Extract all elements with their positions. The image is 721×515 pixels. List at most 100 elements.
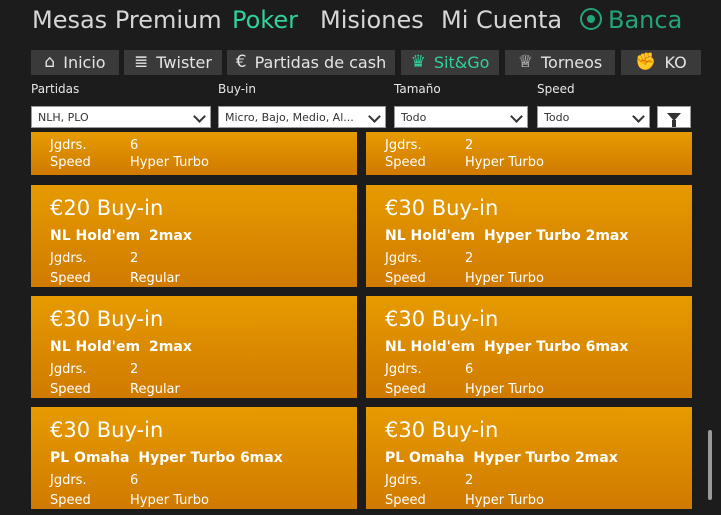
buyin-amount: €30 Buy-in (50, 418, 164, 442)
speed-value: Hyper Turbo (465, 155, 544, 170)
game-format: 2max (149, 339, 192, 355)
speed-label: Speed (50, 382, 91, 397)
players-label: Jgdrs. (385, 138, 422, 153)
tab-label: Inicio (63, 53, 106, 72)
sit-and-go-list: Jgdrs. 6 Speed Hyper Turbo Jgdrs. 2 Speed Hy… (0, 132, 721, 515)
speed-select[interactable]: Todo (537, 106, 650, 128)
speed-value: Hyper Turbo (130, 493, 209, 508)
players-row: Jgdrs. 2 (385, 138, 473, 153)
speed-label: Speed (50, 155, 91, 170)
players-value: 2 (465, 138, 474, 153)
tournament-card[interactable]: Jgdrs. 2 Speed Hyper Turbo (366, 132, 692, 175)
filter-button[interactable] (657, 106, 691, 128)
home-icon: ⌂ (44, 52, 56, 72)
tab-partidas-de-cash[interactable]: € Partidas de cash (227, 50, 395, 75)
filter-label-tamano: Tamaño (394, 82, 441, 96)
nav-mi-cuenta[interactable]: Mi Cuenta (441, 6, 562, 34)
buyin-amount: €30 Buy-in (385, 418, 499, 442)
players-row: Jgdrs. 6 (385, 362, 473, 377)
partidas-select[interactable]: NLH, PLO (31, 106, 211, 128)
fist-icon: ✊ (635, 52, 657, 72)
players-row: Jgdrs. 2 (50, 251, 138, 266)
speed-row: Speed Hyper Turbo (50, 155, 209, 170)
game-type: PL Omaha (50, 450, 130, 466)
game-type: PL Omaha (385, 450, 465, 466)
game-type-tabs: ⌂ Inicio ≣ Twister € Partidas de cash ♛ Sit&… (0, 50, 721, 76)
tab-inicio[interactable]: ⌂ Inicio (31, 50, 119, 75)
funnel-icon (667, 113, 681, 127)
tamano-select[interactable]: Todo (394, 106, 528, 128)
speed-row: Speed Hyper Turbo (385, 271, 544, 286)
players-label: Jgdrs. (50, 251, 87, 266)
top-navigation: Mesas Premium Poker Misiones Mi Cuenta B… (0, 0, 721, 44)
tournament-card[interactable]: €30 Buy-in PL Omaha Hyper Turbo 6max Jgdr… (31, 407, 357, 509)
tournament-card[interactable]: €30 Buy-in NL Hold'em 2max Jgdrs. 2 Speed R… (31, 296, 357, 398)
tab-ko[interactable]: ✊ KO (621, 50, 701, 75)
players-value: 2 (130, 251, 139, 266)
speed-value: Hyper Turbo (465, 382, 544, 397)
game-format: Hyper Turbo 6max (138, 450, 283, 466)
game-format: Hyper Turbo 2max (473, 450, 618, 466)
tournament-card[interactable]: €20 Buy-in NL Hold'em 2max Jgdrs. 2 Speed R… (31, 185, 357, 287)
speed-row: Speed Hyper Turbo (385, 493, 544, 508)
buyin-select[interactable]: Micro, Bajo, Medio, Al... (218, 106, 386, 128)
buyin-amount: €30 Buy-in (385, 196, 499, 220)
nav-mesas-premium[interactable]: Mesas Premium (32, 6, 222, 34)
cup-icon: ♕ (517, 52, 533, 72)
speed-row: Speed Regular (50, 271, 180, 286)
game-name: NL Hold'em 2max (50, 339, 192, 355)
players-row: Jgdrs. 2 (385, 251, 473, 266)
players-label: Jgdrs. (385, 473, 422, 488)
chevron-down-icon (368, 110, 381, 123)
tournament-card[interactable]: €30 Buy-in NL Hold'em Hyper Turbo 2max Jg… (366, 185, 692, 287)
game-format: 2max (149, 228, 192, 244)
select-value: Todo (401, 110, 427, 124)
tournament-card[interactable]: €30 Buy-in NL Hold'em Hyper Turbo 6max Jg… (366, 296, 692, 398)
players-label: Jgdrs. (50, 138, 87, 153)
tab-label: Torneos (541, 53, 603, 72)
nav-misiones[interactable]: Misiones (320, 6, 424, 34)
speed-label: Speed (385, 493, 426, 508)
players-value: 2 (465, 473, 474, 488)
scrollbar-thumb[interactable] (708, 430, 712, 500)
game-name: NL Hold'em 2max (50, 228, 192, 244)
players-value: 6 (130, 138, 139, 153)
filter-label-buyin: Buy-in (218, 82, 256, 96)
players-value: 2 (130, 362, 139, 377)
players-value: 2 (465, 251, 474, 266)
tab-twister[interactable]: ≣ Twister (124, 50, 222, 75)
speed-value: Hyper Turbo (130, 155, 209, 170)
tournament-card[interactable]: Jgdrs. 6 Speed Hyper Turbo (31, 132, 357, 175)
nav-banca[interactable]: Banca (580, 6, 682, 34)
buyin-amount: €30 Buy-in (50, 307, 164, 331)
speed-row: Speed Regular (50, 382, 180, 397)
game-name: PL Omaha Hyper Turbo 6max (50, 450, 283, 466)
twister-icon: ≣ (134, 52, 149, 72)
filter-label-partidas: Partidas (31, 82, 80, 96)
speed-label: Speed (50, 271, 91, 286)
chevron-down-icon (510, 110, 523, 123)
tab-label: Twister (156, 53, 212, 72)
tab-label: Partidas de cash (254, 53, 387, 72)
players-value: 6 (130, 473, 139, 488)
speed-row: Speed Hyper Turbo (50, 493, 209, 508)
tab-sit-and-go[interactable]: ♛ Sit&Go (401, 50, 499, 75)
buyin-amount: €30 Buy-in (385, 307, 499, 331)
players-label: Jgdrs. (50, 473, 87, 488)
game-format: Hyper Turbo 6max (484, 339, 629, 355)
players-label: Jgdrs. (385, 362, 422, 377)
players-row: Jgdrs. 2 (50, 362, 138, 377)
game-name: PL Omaha Hyper Turbo 2max (385, 450, 618, 466)
nav-banca-label: Banca (608, 6, 683, 34)
nav-poker[interactable]: Poker (232, 6, 298, 34)
game-format: Hyper Turbo 2max (484, 228, 629, 244)
players-row: Jgdrs. 6 (50, 138, 138, 153)
tournament-card[interactable]: €30 Buy-in PL Omaha Hyper Turbo 2max Jgdr… (366, 407, 692, 509)
game-type: NL Hold'em (50, 228, 141, 244)
players-label: Jgdrs. (50, 362, 87, 377)
speed-label: Speed (385, 382, 426, 397)
speed-value: Regular (130, 271, 180, 286)
tab-torneos[interactable]: ♕ Torneos (505, 50, 615, 75)
players-value: 6 (465, 362, 474, 377)
tab-label: Sit&Go (433, 53, 490, 72)
